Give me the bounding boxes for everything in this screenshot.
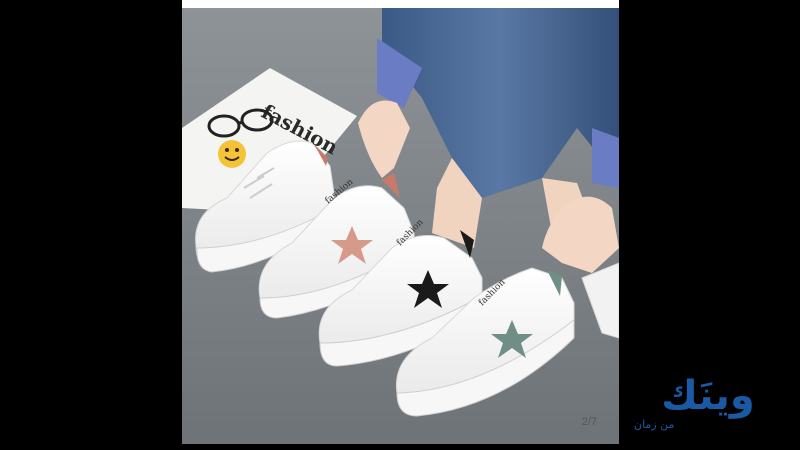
product-photo: fashion fashion fashion fashion 2/7 bbox=[182, 8, 619, 444]
smiley-icon bbox=[218, 140, 246, 168]
brand-tagline: من زمان bbox=[634, 418, 675, 431]
brand-name: وينَك bbox=[661, 373, 755, 419]
image-counter: 2/7 bbox=[581, 416, 597, 428]
screen: fashion fashion fashion fashion 2/7 وينَ… bbox=[0, 0, 800, 450]
brand-logo: وينَك من زمان bbox=[628, 372, 788, 438]
sneakers-illustration: fashion fashion fashion fashion bbox=[182, 8, 619, 444]
top-strip bbox=[182, 0, 619, 8]
